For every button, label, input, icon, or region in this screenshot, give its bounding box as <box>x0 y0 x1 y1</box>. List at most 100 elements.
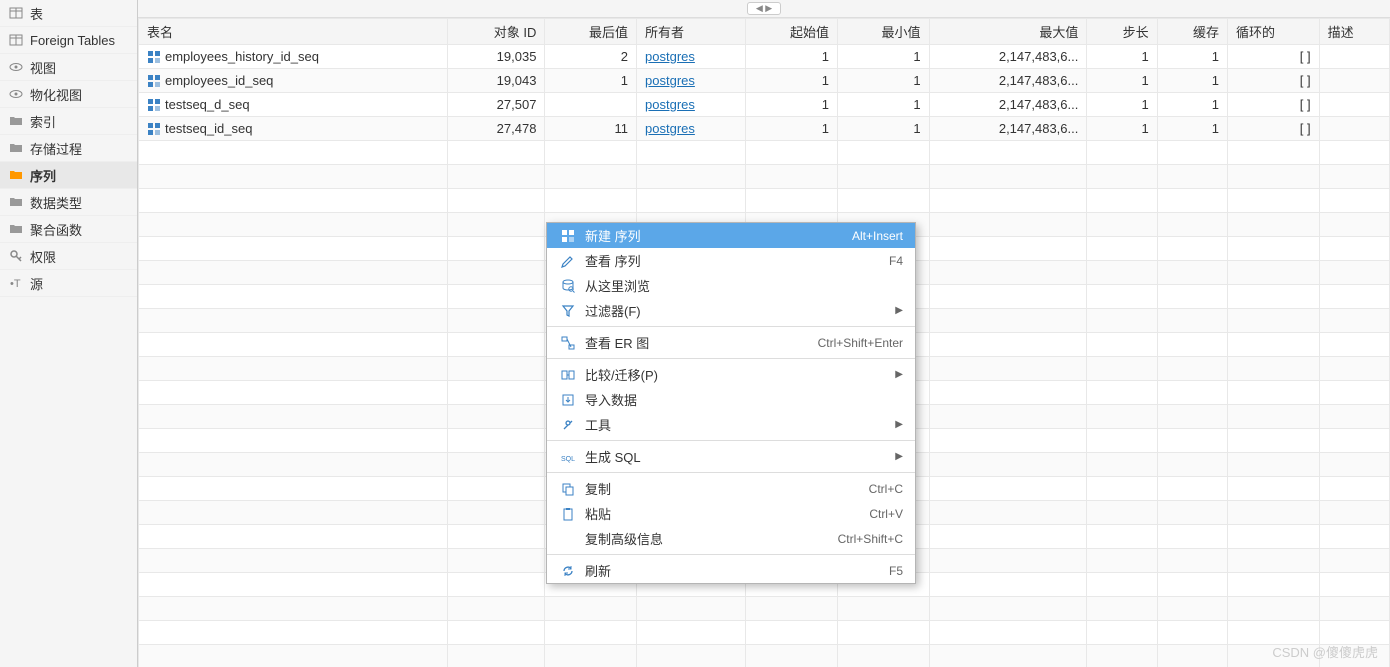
folder-gray-icon <box>8 194 24 210</box>
watermark: CSDN @傻傻虎虎 <box>1272 642 1378 661</box>
sidebar-item-0[interactable]: 表 <box>0 0 137 27</box>
cell-object-id: 27,507 <box>447 93 544 117</box>
folder-gray-icon <box>8 113 24 129</box>
cell-step: 1 <box>1087 117 1157 141</box>
folder-gray-icon <box>8 221 24 237</box>
blank-icon <box>559 530 577 548</box>
column-header[interactable]: 对象 ID <box>447 19 544 45</box>
column-header[interactable]: 最小值 <box>837 19 929 45</box>
cell-cycle: [ ] <box>1228 45 1320 69</box>
menu-item[interactable]: 复制 Ctrl+C <box>547 476 915 501</box>
sidebar-item-3[interactable]: 物化视图 <box>0 81 137 108</box>
cell-owner[interactable]: postgres <box>637 69 746 93</box>
column-header[interactable]: 最后值 <box>545 19 637 45</box>
column-header[interactable]: 缓存 <box>1157 19 1227 45</box>
menu-item[interactable]: 比较/迁移(P) ▶ <box>547 362 915 387</box>
sql-icon: SQL <box>559 448 577 466</box>
menu-item[interactable]: 刷新 F5 <box>547 558 915 583</box>
folder-orange-icon <box>8 167 24 183</box>
column-header[interactable]: 所有者 <box>637 19 746 45</box>
menu-item-label: 过滤器(F) <box>585 301 889 320</box>
cell-start: 1 <box>746 93 838 117</box>
import-icon <box>559 391 577 409</box>
table-row[interactable]: testseq_id_seq 27,478 11 postgres 1 1 2,… <box>139 117 1390 141</box>
sidebar-item-6[interactable]: 序列 <box>0 162 137 189</box>
cell-min: 1 <box>837 93 929 117</box>
table-row-empty <box>139 621 1390 645</box>
sidebar-item-10[interactable]: •T源 <box>0 270 137 297</box>
key-icon <box>8 248 24 264</box>
column-header[interactable]: 起始值 <box>746 19 838 45</box>
cell-cycle: [ ] <box>1228 69 1320 93</box>
cell-object-id: 19,035 <box>447 45 544 69</box>
sidebar: 表Foreign Tables视图物化视图索引存储过程序列数据类型聚合函数权限•… <box>0 0 138 667</box>
submenu-arrow-icon: ▶ <box>895 419 903 430</box>
column-header[interactable]: 步长 <box>1087 19 1157 45</box>
cell-last-value: 11 <box>545 117 637 141</box>
menu-item[interactable]: 查看 ER 图 Ctrl+Shift+Enter <box>547 330 915 355</box>
cell-name: employees_history_id_seq <box>139 45 448 69</box>
menu-separator <box>547 326 915 327</box>
menu-item[interactable]: 从这里浏览 <box>547 273 915 298</box>
view-icon <box>8 59 24 75</box>
sidebar-item-8[interactable]: 聚合函数 <box>0 216 137 243</box>
table-row[interactable]: employees_id_seq 19,043 1 postgres 1 1 2… <box>139 69 1390 93</box>
menu-item[interactable]: 新建 序列 Alt+Insert <box>547 223 915 248</box>
sidebar-item-7[interactable]: 数据类型 <box>0 189 137 216</box>
column-header[interactable]: 最大值 <box>929 19 1087 45</box>
column-header[interactable]: 循环的 <box>1228 19 1320 45</box>
menu-item-shortcut: Ctrl+Shift+C <box>838 532 903 546</box>
table-row[interactable]: employees_history_id_seq 19,035 2 postgr… <box>139 45 1390 69</box>
menu-item[interactable]: 工具 ▶ <box>547 412 915 437</box>
toolbar: ◀ ▶ <box>138 0 1390 18</box>
menu-item-label: 导入数据 <box>585 390 903 409</box>
cell-start: 1 <box>746 45 838 69</box>
cell-cycle: [ ] <box>1228 93 1320 117</box>
menu-item-label: 查看 ER 图 <box>585 333 818 352</box>
column-header[interactable]: 表名 <box>139 19 448 45</box>
cell-owner[interactable]: postgres <box>637 45 746 69</box>
cell-name: testseq_d_seq <box>139 93 448 117</box>
sidebar-item-label: 聚合函数 <box>30 220 82 239</box>
table-row-empty <box>139 141 1390 165</box>
edit-icon <box>559 252 577 270</box>
cell-step: 1 <box>1087 45 1157 69</box>
sidebar-item-4[interactable]: 索引 <box>0 108 137 135</box>
cell-min: 1 <box>837 117 929 141</box>
cell-owner[interactable]: postgres <box>637 117 746 141</box>
cell-min: 1 <box>837 45 929 69</box>
menu-separator <box>547 358 915 359</box>
panel-toggle[interactable]: ◀ ▶ <box>747 2 781 15</box>
menu-item-label: 从这里浏览 <box>585 276 903 295</box>
cell-desc <box>1319 45 1389 69</box>
menu-item-shortcut: Ctrl+C <box>869 482 903 496</box>
cell-cache: 1 <box>1157 117 1227 141</box>
sidebar-item-5[interactable]: 存储过程 <box>0 135 137 162</box>
menu-item[interactable]: 查看 序列 F4 <box>547 248 915 273</box>
submenu-arrow-icon: ▶ <box>895 369 903 380</box>
sidebar-item-1[interactable]: Foreign Tables <box>0 27 137 54</box>
sidebar-item-label: 存储过程 <box>30 139 82 158</box>
sidebar-item-9[interactable]: 权限 <box>0 243 137 270</box>
menu-item[interactable]: 复制高级信息 Ctrl+Shift+C <box>547 526 915 551</box>
table-row[interactable]: testseq_d_seq 27,507 postgres 1 1 2,147,… <box>139 93 1390 117</box>
cell-owner[interactable]: postgres <box>637 93 746 117</box>
table-row-empty <box>139 597 1390 621</box>
cell-desc <box>1319 93 1389 117</box>
cell-step: 1 <box>1087 69 1157 93</box>
menu-item[interactable]: 过滤器(F) ▶ <box>547 298 915 323</box>
menu-item-shortcut: F5 <box>889 564 903 578</box>
refresh-icon <box>559 562 577 580</box>
menu-item-shortcut: Ctrl+Shift+Enter <box>818 336 903 350</box>
menu-item[interactable]: 粘贴 Ctrl+V <box>547 501 915 526</box>
sidebar-item-2[interactable]: 视图 <box>0 54 137 81</box>
column-header[interactable]: 描述 <box>1319 19 1389 45</box>
menu-item-label: 新建 序列 <box>585 226 852 245</box>
menu-separator <box>547 472 915 473</box>
cell-max: 2,147,483,6... <box>929 45 1087 69</box>
cell-cycle: [ ] <box>1228 117 1320 141</box>
menu-item[interactable]: 导入数据 <box>547 387 915 412</box>
menu-item-label: 刷新 <box>585 561 889 580</box>
table-icon <box>8 5 24 21</box>
menu-item[interactable]: SQL 生成 SQL ▶ <box>547 444 915 469</box>
